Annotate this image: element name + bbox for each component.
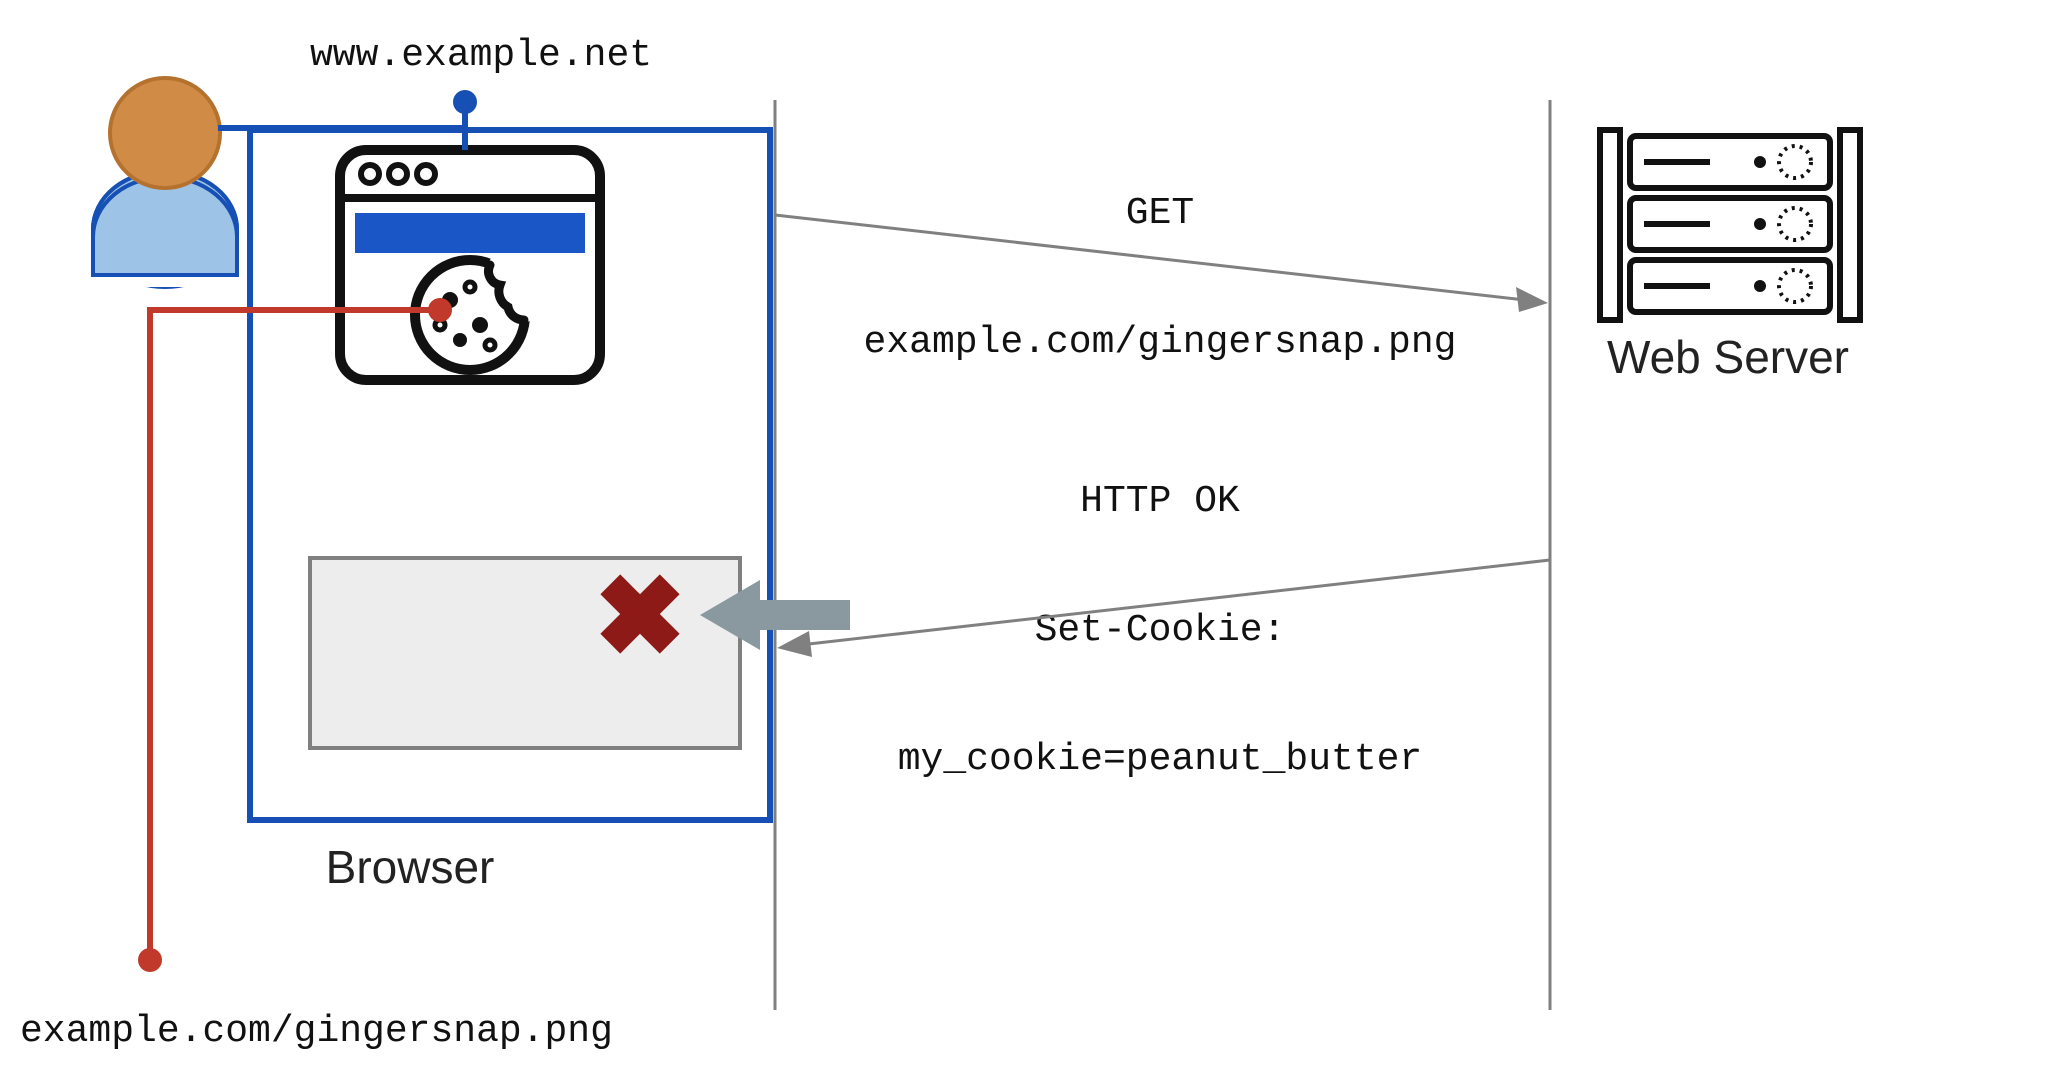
response-arrow: [777, 560, 1550, 657]
diagram-canvas: www.example.net example.com/gingersnap.p…: [0, 0, 2048, 1090]
request-arrow: [775, 215, 1548, 312]
browser-window-icon: [340, 150, 600, 380]
blocked-resource-box: [310, 558, 740, 748]
address-bar: [355, 213, 585, 253]
diagram-svg: [0, 0, 2048, 1090]
webserver-icon: [1600, 130, 1860, 320]
user-icon: [93, 78, 237, 287]
blue-connector: [218, 90, 477, 150]
